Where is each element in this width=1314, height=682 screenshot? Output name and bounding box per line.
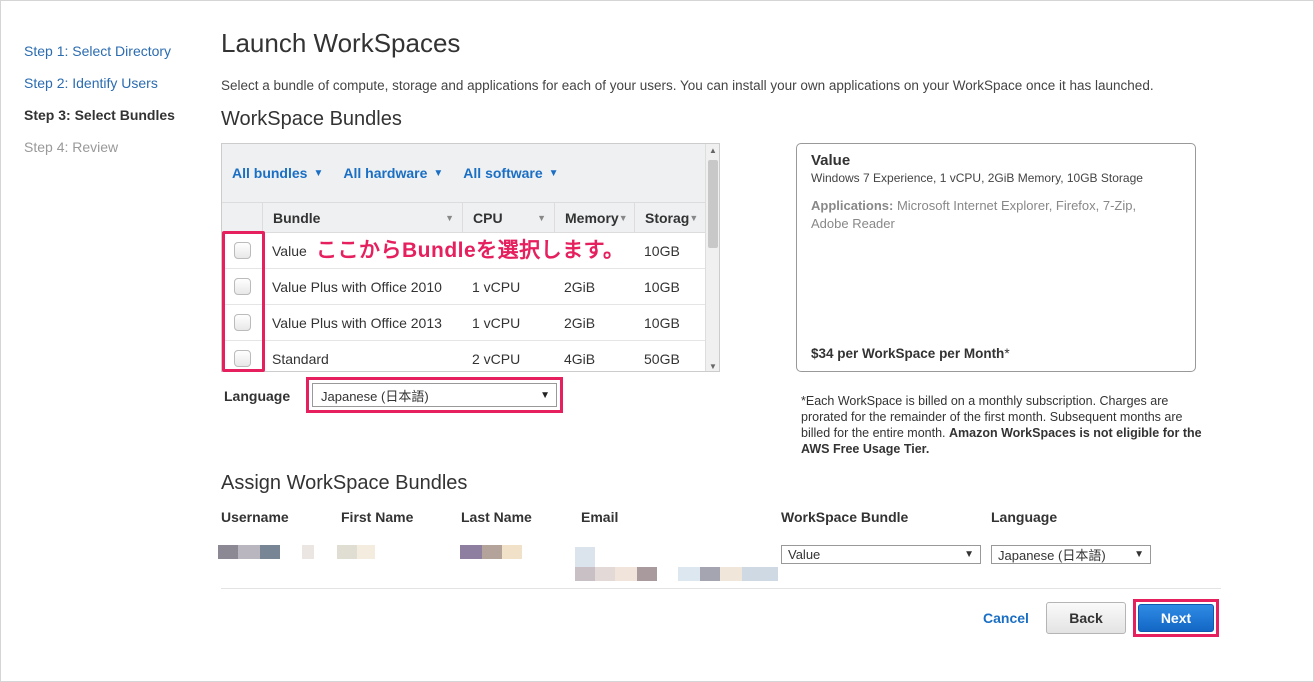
assign-bundle-select[interactable]: Value ▼ bbox=[781, 545, 981, 564]
column-memory[interactable]: Memory ▼ bbox=[554, 203, 634, 232]
card-price-suffix: * bbox=[1004, 346, 1010, 361]
scroll-down-icon[interactable]: ▼ bbox=[706, 362, 719, 371]
page-title: Launch WorkSpaces bbox=[221, 28, 461, 58]
card-title: Value bbox=[811, 152, 851, 169]
cell-cpu: 2 vCPU bbox=[472, 350, 521, 367]
cell-memory: 2GiB bbox=[564, 278, 596, 295]
chevron-down-icon: ▼ bbox=[313, 167, 324, 179]
assign-bundle-value: Value bbox=[788, 547, 821, 562]
bundle-filters: All bundles ▼ All hardware ▼ All software ▼ bbox=[222, 144, 719, 203]
annotation-text: ここからBundleを選択します。 bbox=[316, 239, 625, 262]
assign-language-value: Japanese (日本語) bbox=[998, 548, 1106, 563]
table-header: Bundle ▼ CPU ▼ Memory ▼ Storag ▼ bbox=[222, 203, 719, 233]
cell-cpu: 1 vCPU bbox=[472, 314, 521, 331]
sort-icon: ▼ bbox=[537, 212, 546, 223]
scroll-up-icon[interactable]: ▲ bbox=[706, 146, 719, 155]
column-cpu-label: CPU bbox=[473, 209, 503, 226]
card-apps-label: Applications: bbox=[811, 198, 894, 213]
cell-storage: 10GB bbox=[644, 242, 680, 259]
chevron-down-icon: ▼ bbox=[433, 167, 444, 179]
table-row[interactable]: Value Plus with Office 2010 1 vCPU 2GiB … bbox=[222, 269, 719, 305]
sort-icon: ▼ bbox=[689, 212, 699, 223]
assign-col-email: Email bbox=[581, 509, 619, 525]
card-specs: Windows 7 Experience, 1 vCPU, 2GiB Memor… bbox=[811, 171, 1143, 185]
checkbox-highlight bbox=[222, 231, 265, 372]
column-bundle-label: Bundle bbox=[273, 209, 321, 226]
cell-memory: 4GiB bbox=[564, 350, 596, 367]
assign-col-first-name: First Name bbox=[341, 509, 414, 525]
table-row[interactable]: Value Plus with Office 2013 1 vCPU 2GiB … bbox=[222, 305, 719, 341]
column-memory-label: Memory bbox=[565, 209, 619, 226]
language-label: Language bbox=[224, 388, 291, 404]
filter-hardware-dropdown[interactable]: All hardware ▼ bbox=[343, 165, 443, 181]
assign-heading: Assign WorkSpace Bundles bbox=[221, 472, 468, 494]
cell-memory: 2GiB bbox=[564, 314, 596, 331]
cell-storage: 50GB bbox=[644, 350, 680, 367]
language-select-highlight: Japanese (日本語) ▼ bbox=[306, 377, 563, 413]
cell-bundle: Value Plus with Office 2013 bbox=[272, 314, 442, 331]
filter-software-dropdown[interactable]: All software ▼ bbox=[463, 165, 558, 181]
step-identify-users[interactable]: Step 2: Identify Users bbox=[24, 74, 175, 106]
column-storage-label: Storag bbox=[645, 209, 690, 226]
filter-bundles-label: All bundles bbox=[232, 165, 308, 181]
assign-col-username: Username bbox=[221, 509, 289, 525]
cell-storage: 10GB bbox=[644, 278, 680, 295]
step-select-bundles: Step 3: Select Bundles bbox=[24, 107, 175, 123]
card-price-main: $34 per WorkSpace per Month bbox=[811, 346, 1005, 361]
cancel-link[interactable]: Cancel bbox=[983, 610, 1029, 626]
step-select-directory[interactable]: Step 1: Select Directory bbox=[24, 42, 175, 74]
chevron-down-icon: ▼ bbox=[548, 167, 559, 179]
filter-hardware-label: All hardware bbox=[343, 165, 428, 181]
assign-language-select[interactable]: Japanese (日本語) ▼ bbox=[991, 545, 1151, 564]
column-storage[interactable]: Storag ▼ bbox=[634, 203, 704, 232]
cell-cpu: 1 vCPU bbox=[472, 278, 521, 295]
header-select bbox=[222, 203, 262, 232]
step-review: Step 4: Review bbox=[24, 139, 119, 155]
filter-software-label: All software bbox=[463, 165, 543, 181]
assign-col-last-name: Last Name bbox=[461, 509, 532, 525]
dropdown-arrow-icon: ▼ bbox=[1134, 549, 1144, 560]
bundles-heading: WorkSpace Bundles bbox=[221, 108, 402, 130]
sort-icon: ▼ bbox=[445, 212, 454, 223]
filter-bundles-dropdown[interactable]: All bundles ▼ bbox=[232, 165, 323, 181]
next-button[interactable]: Next bbox=[1138, 604, 1214, 632]
assign-col-language: Language bbox=[991, 509, 1058, 525]
column-cpu[interactable]: CPU ▼ bbox=[462, 203, 554, 232]
table-scrollbar[interactable]: ▲ ▼ bbox=[705, 144, 719, 371]
cell-bundle: Value Plus with Office 2010 bbox=[272, 278, 442, 295]
card-price: $34 per WorkSpace per Month* bbox=[811, 346, 1010, 361]
column-bundle[interactable]: Bundle ▼ bbox=[262, 203, 462, 232]
language-select-value: Japanese (日本語) bbox=[321, 388, 429, 404]
divider bbox=[221, 588, 1221, 589]
language-select[interactable]: Japanese (日本語) ▼ bbox=[312, 383, 557, 407]
scroll-thumb[interactable] bbox=[708, 160, 718, 248]
back-button[interactable]: Back bbox=[1046, 602, 1126, 634]
table-row[interactable]: Standard 2 vCPU 4GiB 50GB bbox=[222, 341, 719, 371]
next-button-highlight: Next bbox=[1133, 599, 1219, 637]
sort-icon: ▼ bbox=[618, 212, 628, 223]
cell-storage: 10GB bbox=[644, 314, 680, 331]
assign-col-bundle: WorkSpace Bundle bbox=[781, 509, 909, 525]
intro-text: Select a bundle of compute, storage and … bbox=[221, 78, 1154, 93]
wizard-steps: Step 1: Select Directory Step 2: Identif… bbox=[24, 42, 175, 170]
cell-bundle: Standard bbox=[272, 350, 329, 367]
dropdown-arrow-icon: ▼ bbox=[964, 549, 974, 560]
dropdown-arrow-icon: ▼ bbox=[540, 389, 550, 401]
billing-note: *Each WorkSpace is billed on a monthly s… bbox=[801, 393, 1211, 457]
card-apps: Applications: Microsoft Internet Explore… bbox=[811, 197, 1171, 233]
bundle-detail-card: Value Windows 7 Experience, 1 vCPU, 2GiB… bbox=[796, 143, 1196, 372]
